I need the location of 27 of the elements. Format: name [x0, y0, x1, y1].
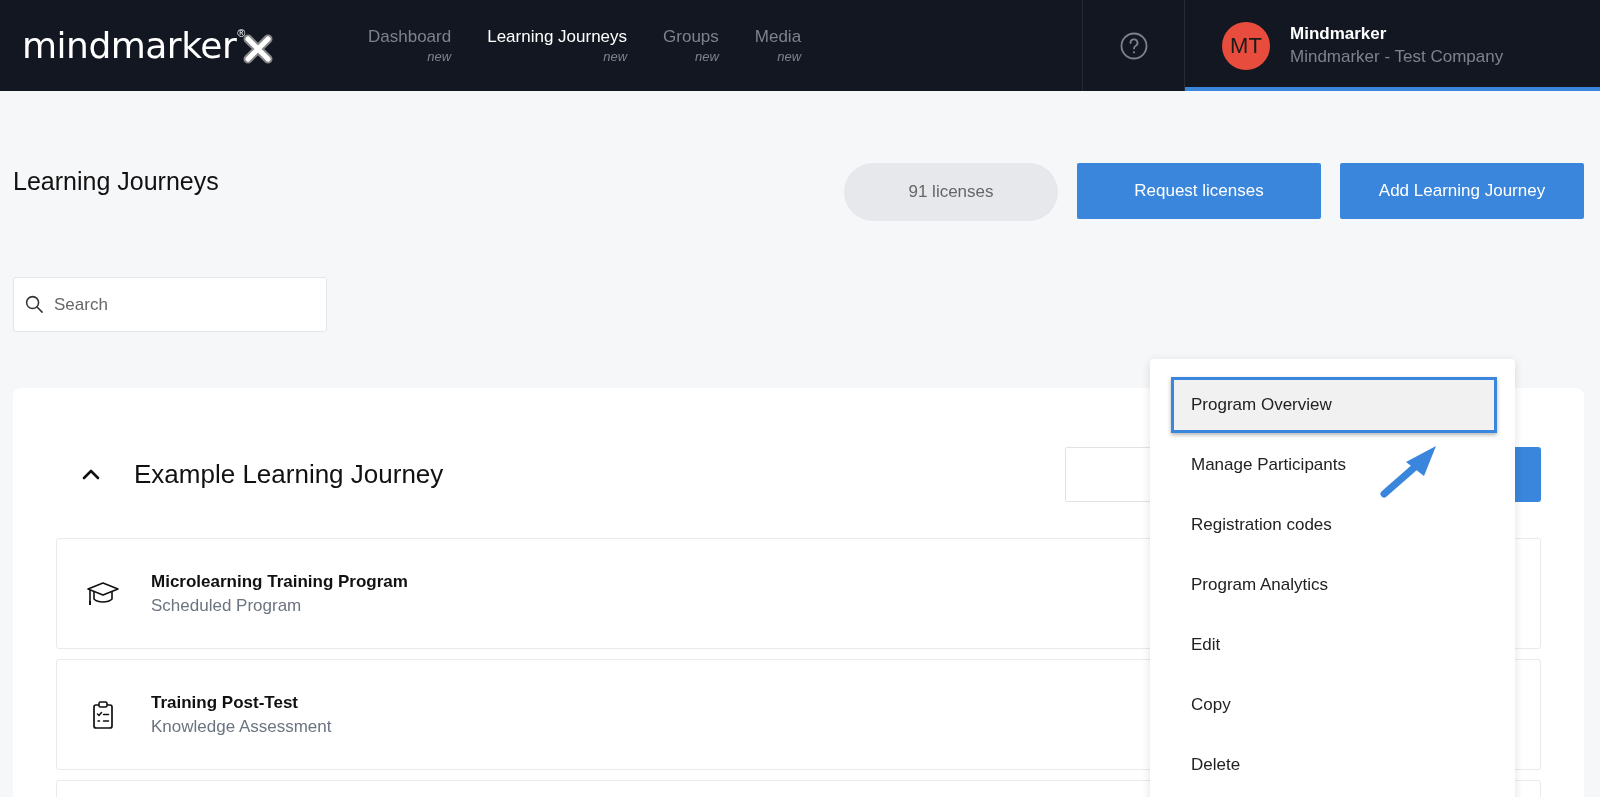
item-title: Training Post-Test	[151, 692, 300, 713]
journey-title: Example Learning Journey	[134, 458, 444, 490]
menu-item[interactable]: Manage Participants	[1171, 437, 1497, 493]
license-count: 91 licenses	[844, 163, 1058, 221]
avatar-initials: MT	[1222, 21, 1270, 70]
chevron-up-icon[interactable]	[81, 467, 101, 481]
nav-tab[interactable]: Learning Journeys new	[487, 27, 628, 64]
action-button[interactable]: Add Learning Journey	[1340, 163, 1584, 219]
item-title: Microlearning Training Program	[151, 571, 408, 592]
user-name: Mindmarker	[1290, 24, 1388, 44]
page-title: Learning Journeys	[13, 166, 219, 196]
account-menu[interactable]: MT Mindmarker Mindmarker - Test Company	[1185, 0, 1600, 91]
item-type: Knowledge Assessment	[151, 716, 332, 737]
item-type: Scheduled Program	[151, 595, 303, 616]
action-button[interactable]: Request licenses	[1077, 163, 1321, 219]
nav-tab[interactable]: Groups new	[663, 27, 719, 64]
search-field[interactable]: Search	[13, 277, 327, 332]
help-icon[interactable]	[1119, 31, 1148, 60]
company-name: Mindmarker - Test Company	[1290, 47, 1504, 67]
nav-tab[interactable]: Media new	[754, 27, 802, 64]
menu-item[interactable]: Program Analytics	[1171, 557, 1497, 613]
menu-item[interactable]: Copy	[1171, 677, 1497, 733]
nav-tab[interactable]: Dashboard new	[368, 27, 452, 64]
x-logo-icon	[243, 33, 274, 64]
logo-wordmark: mindmarker	[22, 25, 237, 66]
menu-item[interactable]: Program Overview	[1171, 377, 1497, 433]
registered-mark: ®	[237, 26, 246, 39]
